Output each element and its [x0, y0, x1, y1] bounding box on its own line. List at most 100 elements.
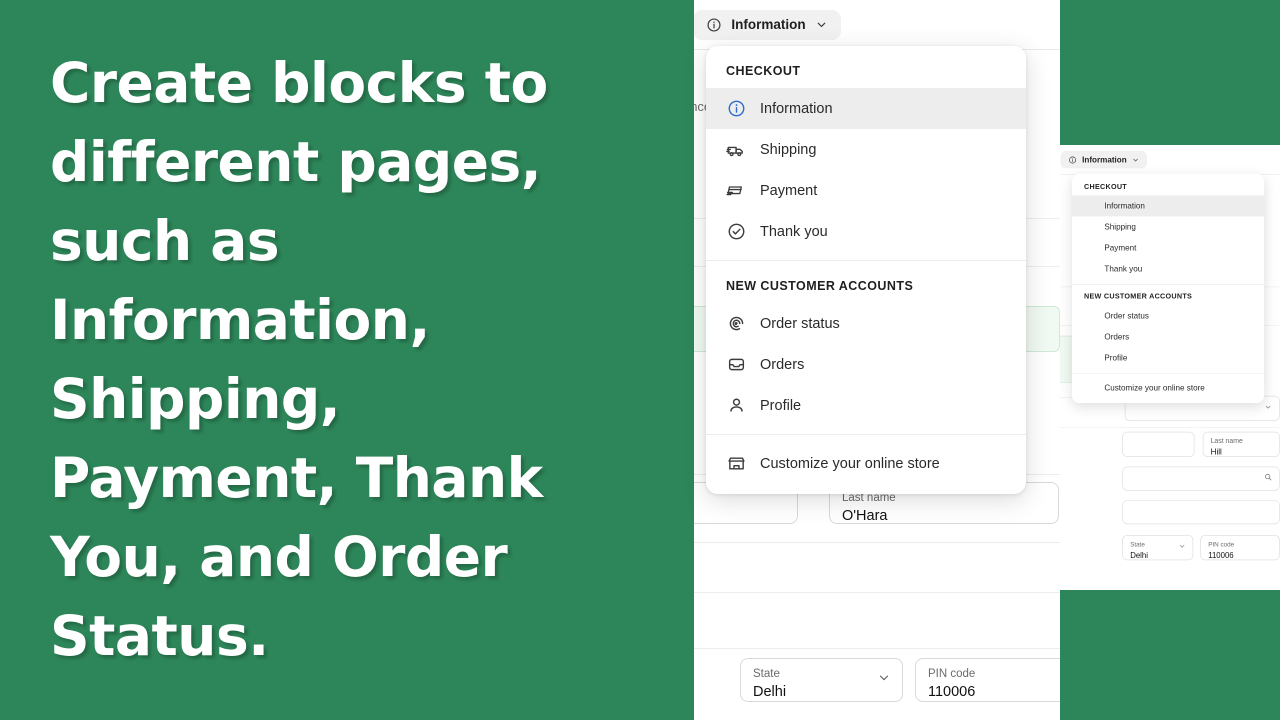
order-status-icon — [1084, 310, 1096, 322]
mini-state-select[interactable]: State Delhi — [1122, 535, 1194, 561]
page-selector-label: Information — [731, 17, 806, 32]
shipping-section-label: Shipping — [694, 552, 1060, 586]
mini-first-name-field[interactable] — [1122, 431, 1195, 457]
mini-pin-code-field[interactable]: PIN code 110006 — [1200, 535, 1280, 561]
mini-topbar: Information — [1060, 145, 1280, 175]
state-value: Delhi — [753, 684, 787, 700]
state-label: State — [753, 668, 780, 680]
check-circle-icon — [1084, 263, 1096, 275]
mini-address-field[interactable] — [1122, 500, 1280, 525]
mini-menu-item-information[interactable]: Information — [1072, 195, 1264, 217]
mini-menu-item-thank-you[interactable]: Thank you — [1072, 258, 1264, 279]
mini-preview-panel: Information Last name Hill State Delhi P… — [1060, 145, 1280, 590]
inbox-icon — [1084, 331, 1096, 343]
screenshot-root: Create blocks to different pages, such a… — [0, 0, 1280, 720]
mini-last-name-field[interactable]: Last name Hill — [1202, 431, 1280, 457]
pin-code-label: PIN code — [928, 668, 976, 680]
promo-headline: Create blocks to different pages, such a… — [50, 51, 548, 668]
info-circle-icon — [706, 17, 722, 33]
menu-item-label: Payment — [1104, 243, 1137, 253]
chevron-down-icon — [1178, 542, 1186, 553]
shipping-label-text: Shipping — [694, 562, 1036, 578]
mini-menu-section-title-new-customer-accounts: NEW CUSTOMER ACCOUNTS — [1084, 292, 1193, 301]
menu-item-payment[interactable]: Payment — [706, 170, 1026, 211]
menu-item-shipping[interactable]: Shipping — [706, 129, 1026, 170]
mini-search-field[interactable] — [1122, 466, 1280, 491]
truck-icon — [1084, 221, 1096, 233]
app-topbar: Information — [694, 0, 1060, 50]
state-select[interactable]: State Delhi — [740, 658, 903, 702]
menu-item-label: Thank you — [760, 223, 828, 240]
menu-item-label: Customize your online store — [1104, 383, 1205, 393]
inbox-icon — [726, 355, 746, 375]
menu-item-profile[interactable]: Profile — [706, 385, 1026, 426]
menu-item-label: Information — [760, 100, 833, 117]
credit-card-icon — [726, 181, 746, 201]
info-circle-icon — [726, 99, 746, 119]
menu-item-label: Shipping — [760, 141, 817, 158]
mini-menu-item-payment[interactable]: Payment — [1072, 237, 1264, 258]
page-selector-dropdown[interactable]: CHECKOUT Information Shipping Payment Th… — [706, 46, 1026, 494]
mini-menu-item-order-status[interactable]: Order status — [1072, 305, 1264, 326]
chevron-down-icon — [815, 18, 828, 31]
mini-menu-footer: Customize your online store — [1072, 374, 1264, 403]
menu-item-thank-you[interactable]: Thank you — [706, 211, 1026, 252]
mini-page-selector-dropdown[interactable]: CHECKOUT Information Shipping Payment Th… — [1072, 173, 1264, 403]
search-icon — [1264, 473, 1272, 484]
address2-value: Chandni Chowk — [694, 622, 1036, 638]
credit-card-icon — [1084, 242, 1096, 254]
mini-pin-code-label: PIN code — [1208, 541, 1235, 549]
menu-item-customize-store[interactable]: Customize your online store — [706, 443, 1026, 484]
menu-footer: Customize your online store — [706, 435, 1026, 494]
menu-item-label: Order status — [760, 315, 840, 332]
mini-menu-item-profile[interactable]: Profile — [1072, 347, 1264, 368]
mini-menu-item-customize-store[interactable]: Customize your online store — [1072, 377, 1264, 398]
pin-code-value: 110006 — [928, 684, 976, 700]
order-status-icon — [726, 314, 746, 334]
menu-item-label: Profile — [760, 397, 802, 414]
check-circle-icon — [726, 222, 746, 242]
info-circle-icon — [1084, 200, 1096, 212]
mini-state-value: Delhi — [1130, 550, 1148, 560]
promo-panel: Create blocks to different pages, such a… — [0, 0, 694, 720]
menu-item-label: Orders — [1104, 332, 1130, 342]
menu-item-label: Shipping — [1104, 222, 1136, 232]
mini-menu-section-title-checkout: CHECKOUT — [1084, 182, 1127, 191]
menu-item-label: Orders — [760, 356, 805, 373]
address2-row[interactable]: Apartment, suite, etc. (optional) Chandn… — [694, 600, 1060, 646]
mini-menu-item-shipping[interactable]: Shipping — [1072, 216, 1264, 237]
menu-item-label: Thank you — [1104, 264, 1143, 274]
info-circle-icon — [1068, 156, 1076, 164]
mini-preview-scale: Information Last name Hill State Delhi P… — [1060, 145, 1280, 590]
address2-label: Apartment, suite, etc. (optional) — [694, 608, 1036, 620]
chevron-down-icon — [1264, 403, 1272, 414]
last-name-value: O'Hara — [842, 508, 888, 524]
mini-pin-code-value: 110006 — [1208, 550, 1234, 560]
menu-item-label: Information — [1104, 201, 1145, 211]
page-selector-button[interactable]: Information — [694, 9, 841, 40]
storefront-icon — [1084, 382, 1096, 394]
mini-last-name-value: Hill — [1210, 447, 1222, 457]
menu-section-title-new-customer-accounts: NEW CUSTOMER ACCOUNTS — [726, 279, 914, 293]
person-icon — [1084, 352, 1096, 364]
first-name-value: Ada — [694, 506, 785, 526]
storefront-icon — [726, 454, 746, 474]
menu-item-label: Payment — [760, 182, 818, 199]
pin-code-field[interactable]: PIN code 110006 — [915, 658, 1060, 702]
truck-icon — [726, 140, 746, 160]
chevron-down-icon — [1132, 156, 1139, 163]
menu-item-label: Customize your online store — [760, 455, 940, 472]
mini-last-name-label: Last name — [1210, 437, 1243, 445]
menu-item-label: Profile — [1104, 353, 1128, 363]
menu-section-title-checkout: CHECKOUT — [726, 64, 801, 78]
mini-menu-item-orders[interactable]: Orders — [1072, 326, 1264, 347]
mini-state-label: State — [1130, 541, 1145, 549]
menu-item-orders[interactable]: Orders — [706, 344, 1026, 385]
mini-page-selector-label: Information — [1082, 155, 1127, 165]
menu-item-order-status[interactable]: Order status — [706, 303, 1026, 344]
menu-item-information[interactable]: Information — [706, 88, 1026, 129]
chevron-down-icon — [877, 671, 891, 690]
mini-page-selector-button[interactable]: Information — [1060, 151, 1148, 169]
person-icon — [726, 396, 746, 416]
menu-item-label: Order status — [1104, 311, 1149, 321]
